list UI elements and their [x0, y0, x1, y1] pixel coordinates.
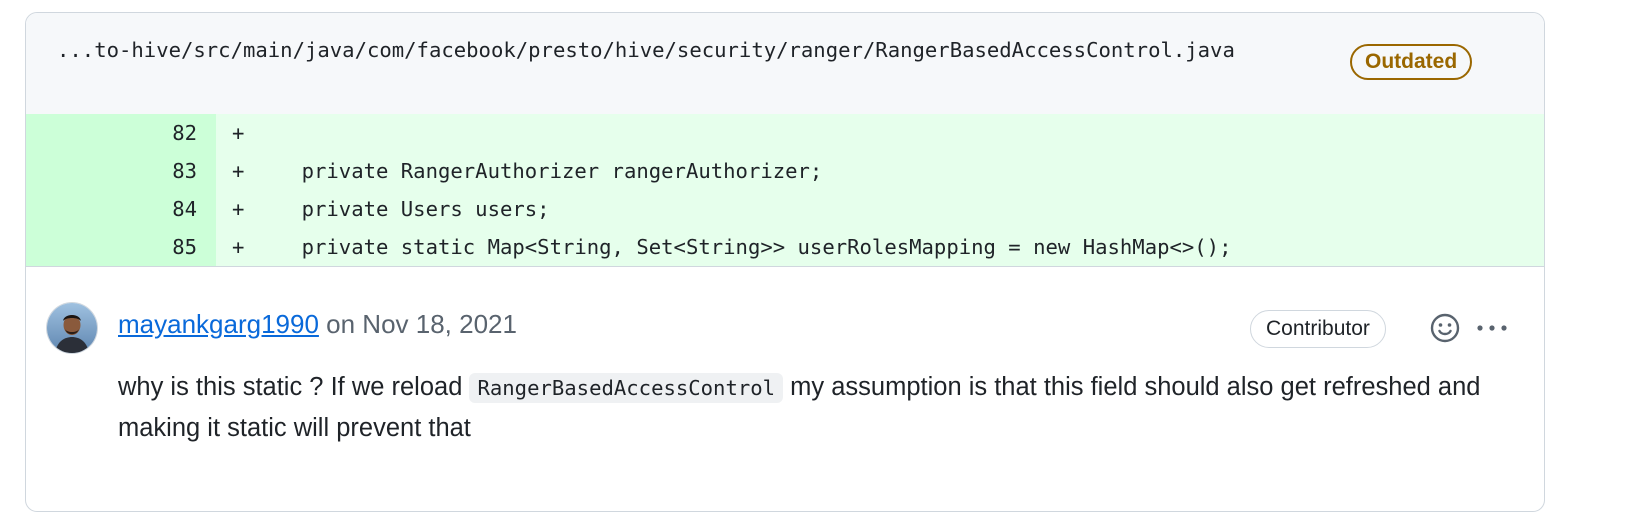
line-code: + [216, 114, 1544, 152]
line-code: + private RangerAuthorizer rangerAuthori… [216, 152, 1544, 190]
code-text: private Users users; [252, 197, 550, 221]
line-number[interactable]: 85 [26, 228, 216, 266]
diff-marker: + [232, 159, 245, 183]
line-number[interactable]: 83 [26, 152, 216, 190]
file-path[interactable]: ...to-hive/src/main/java/com/facebook/pr… [57, 33, 1322, 67]
avatar[interactable] [47, 303, 97, 353]
diff-marker: + [232, 235, 245, 259]
review-thread: ...to-hive/src/main/java/com/facebook/pr… [25, 12, 1545, 512]
code-text: private static Map<String, Set<String>> … [252, 235, 1232, 259]
diff-line: 84 + private Users users; [26, 190, 1544, 228]
file-header: ...to-hive/src/main/java/com/facebook/pr… [26, 13, 1544, 114]
comment-body: why is this static ? If we reload Ranger… [118, 367, 1498, 448]
outdated-badge: Outdated [1350, 44, 1473, 80]
code-text: private RangerAuthorizer rangerAuthorize… [252, 159, 823, 183]
diff-line: 82 + [26, 114, 1544, 152]
diff-marker: + [232, 197, 245, 221]
line-code: + private static Map<String, Set<String>… [216, 228, 1544, 266]
diff-marker: + [232, 121, 245, 145]
smiley-icon[interactable] [1429, 312, 1461, 344]
line-number[interactable]: 82 [26, 114, 216, 152]
author-link[interactable]: mayankgarg1990 [118, 309, 319, 339]
diff-hunk: 82 + 83 + private RangerAuthorizer range… [26, 114, 1544, 266]
comment-header: mayankgarg1990 on Nov 18, 2021 [118, 307, 517, 341]
review-comment: mayankgarg1990 on Nov 18, 2021 Contribut… [26, 267, 1544, 507]
avatar-image [47, 303, 97, 353]
line-number[interactable]: 84 [26, 190, 216, 228]
kebab-horizontal-icon[interactable] [1474, 312, 1510, 344]
comment-text: why is this static ? If we reload [118, 373, 470, 401]
inline-code: RangerBasedAccessControl [469, 373, 784, 403]
diff-line: 83 + private RangerAuthorizer rangerAuth… [26, 152, 1544, 190]
line-code: + private Users users; [216, 190, 1544, 228]
diff-line: 85 + private static Map<String, Set<Stri… [26, 228, 1544, 266]
comment-date[interactable]: on Nov 18, 2021 [319, 309, 517, 339]
contributor-badge: Contributor [1250, 310, 1386, 348]
